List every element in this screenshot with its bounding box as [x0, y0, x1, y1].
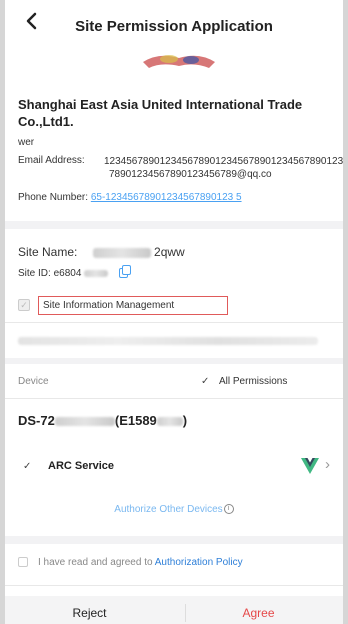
info-icon[interactable]: i [223, 504, 234, 515]
device-name: DS-72 (E1589) [18, 413, 188, 428]
site-name-suffix: 2qww [154, 245, 185, 259]
reject-button[interactable]: Reject [5, 606, 174, 620]
email-line-2: 78901234567890123456789@qq.co [109, 169, 272, 180]
copy-icon[interactable] [118, 265, 131, 279]
redacted-text [54, 417, 115, 427]
divider [5, 322, 343, 323]
chevron-right-icon[interactable]: › [325, 456, 330, 473]
agreement-row: I have read and agreed to Authorization … [18, 557, 243, 568]
divider [5, 398, 343, 399]
company-logo [143, 55, 215, 68]
header: Site Permission Application [5, 0, 343, 40]
arc-service-label: ARC Service [48, 460, 115, 472]
site-name-label: Site Name: [18, 245, 78, 259]
applicant-user: wer [18, 137, 35, 148]
check-icon[interactable]: ✓ [23, 461, 31, 472]
arc-service-row[interactable]: ✓ ARC Service › [18, 456, 338, 478]
email-line-1: 1234567890123456789012345678901234567890… [104, 156, 343, 167]
section-divider [5, 358, 343, 364]
phone-row: Phone Number: 65-12345678901234567890123… [18, 192, 242, 203]
email-label: Email Address: [18, 155, 85, 166]
redacted-text [84, 269, 109, 277]
arc-service-logo-icon [301, 458, 319, 474]
agreement-text: I have read and agreed to [38, 557, 155, 568]
divider [5, 585, 343, 586]
authorization-policy-link[interactable]: Authorization Policy [155, 557, 243, 568]
site-id-row: Site ID: e6804 [18, 265, 131, 279]
redacted-text [92, 247, 151, 258]
phone-link[interactable]: 65-12345678901234567890123 5 [91, 192, 242, 203]
agreement-checkbox[interactable] [18, 557, 28, 568]
section-divider [5, 536, 343, 544]
site-name-row: Site Name: 2qww [18, 245, 185, 259]
footer-actions: Reject Agree [5, 596, 343, 624]
check-icon: ✓ [201, 376, 210, 387]
all-permissions-label: All Permissions [219, 376, 288, 387]
disabled-checkbox-icon: ✓ [18, 299, 30, 311]
company-name: Shanghai East Asia United International … [18, 97, 303, 129]
authorize-other-devices-link[interactable]: Authorize Other Devices i [5, 504, 343, 515]
agree-button[interactable]: Agree [174, 606, 343, 620]
all-permissions-toggle[interactable]: ✓ All Permissions [201, 376, 287, 387]
phone-label: Phone Number: [18, 192, 89, 203]
email-value: 1234567890123456789012345678901234567890… [104, 155, 343, 181]
redacted-text [156, 417, 183, 427]
site-id-label: Site ID: e6804 [18, 268, 82, 279]
app-frame: Site Permission Application Shanghai Eas… [5, 0, 343, 624]
site-info-management-permission: Site Information Management [38, 296, 228, 315]
device-column-label: Device [18, 376, 49, 387]
redacted-notice [18, 337, 318, 345]
section-divider [5, 221, 343, 229]
page-title: Site Permission Application [75, 18, 273, 35]
